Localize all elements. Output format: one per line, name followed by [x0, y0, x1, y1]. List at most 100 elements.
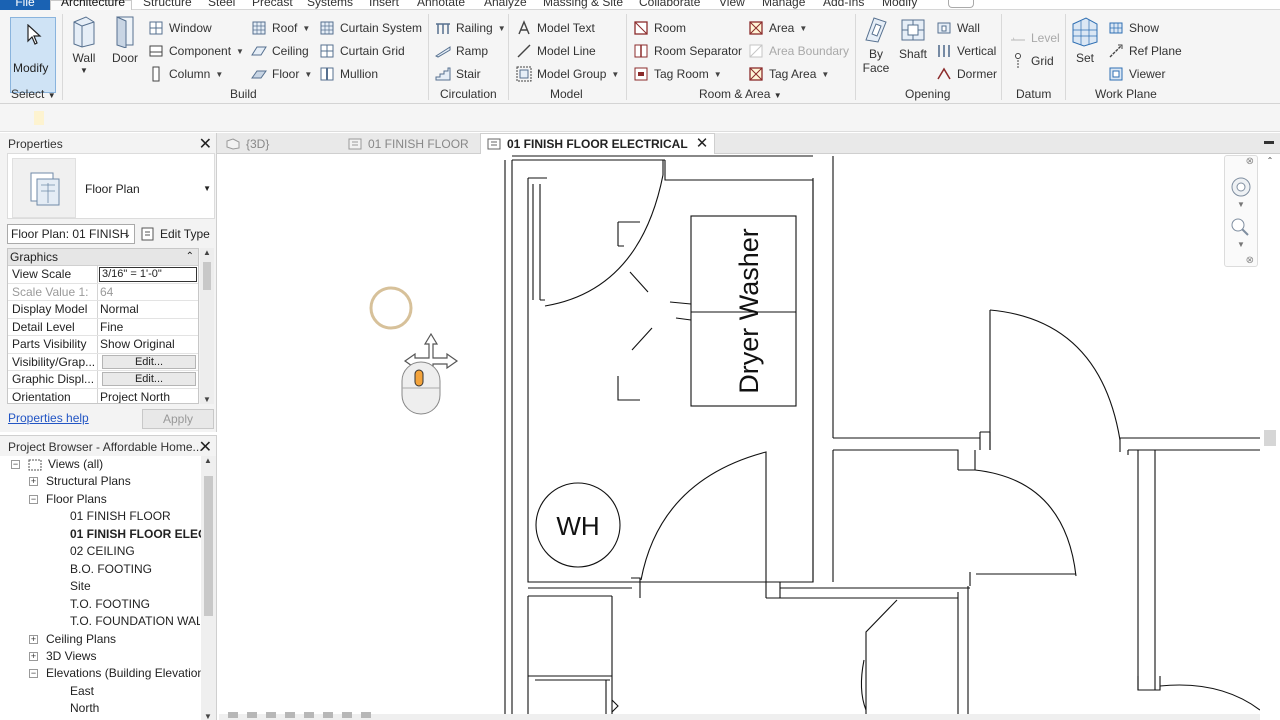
- dormer-button[interactable]: Dormer: [936, 64, 997, 84]
- grid-button[interactable]: Grid: [1010, 51, 1054, 71]
- close-icon[interactable]: ✕: [199, 134, 212, 154]
- scroll-down-icon[interactable]: ▼: [200, 395, 214, 404]
- detail-level-field[interactable]: Fine: [98, 319, 198, 336]
- tree-item-site[interactable]: Site: [70, 578, 91, 595]
- orientation-field[interactable]: Project North: [98, 389, 198, 404]
- zoom-icon[interactable]: [1228, 216, 1254, 238]
- mullion-button[interactable]: Mullion: [319, 64, 378, 84]
- expand-toggle-icon[interactable]: +: [29, 635, 38, 644]
- scroll-down-icon[interactable]: ▼: [201, 712, 215, 720]
- tree-item-east[interactable]: East: [70, 683, 94, 700]
- model-line-button[interactable]: Model Line: [516, 41, 596, 61]
- tab-01-finish-floor-electrical[interactable]: 01 FINISH FLOOR ELECTRICAL ✕: [480, 133, 716, 154]
- properties-scrollbar[interactable]: ▲ ▼: [200, 248, 214, 404]
- graphic-display-edit-button[interactable]: Edit...: [102, 372, 196, 386]
- tree-item-north[interactable]: North: [70, 700, 99, 717]
- view-control-icon[interactable]: [266, 712, 276, 718]
- tab-view[interactable]: View: [719, 0, 745, 9]
- view-scale-field[interactable]: 3/16" = 1'-0": [99, 267, 197, 282]
- scroll-thumb[interactable]: [1264, 430, 1276, 446]
- view-control-icon[interactable]: [228, 712, 238, 718]
- tree-item-views[interactable]: − Views (all): [11, 456, 103, 473]
- tab-3d-view[interactable]: {3D}: [226, 133, 269, 154]
- tab-collaborate[interactable]: Collaborate: [639, 0, 700, 9]
- expand-toggle-icon[interactable]: +: [29, 477, 38, 486]
- properties-help-link[interactable]: Properties help: [8, 411, 89, 425]
- view-control-icon[interactable]: [361, 712, 371, 718]
- tab-list-dropdown-icon[interactable]: ▬: [1264, 136, 1274, 147]
- scroll-thumb[interactable]: [204, 476, 213, 616]
- area-boundary-button[interactable]: Area Boundary: [748, 41, 849, 61]
- collapse-toggle-icon[interactable]: −: [29, 495, 38, 504]
- tree-item-01-finish-floor-electrical[interactable]: 01 FINISH FLOOR ELECT: [70, 526, 214, 543]
- scroll-up-icon[interactable]: ▲: [201, 456, 215, 465]
- tab-analyze[interactable]: Analyze: [484, 0, 527, 9]
- vertical-opening-button[interactable]: Vertical: [936, 41, 996, 61]
- view-control-icon[interactable]: [342, 712, 352, 718]
- canvas-vertical-scrollbar[interactable]: ⌃: [1260, 154, 1280, 716]
- tree-item-to-footing[interactable]: T.O. FOOTING: [70, 596, 150, 613]
- tab-systems[interactable]: Systems: [307, 0, 353, 9]
- tree-item-ceiling-plans[interactable]: + Ceiling Plans: [29, 631, 116, 648]
- room-button[interactable]: Room: [633, 18, 686, 38]
- ceiling-button[interactable]: Ceiling: [251, 41, 309, 61]
- tree-item-floor-plans[interactable]: − Floor Plans: [29, 491, 107, 508]
- close-icon[interactable]: ✕: [199, 437, 212, 457]
- collapse-toggle-icon[interactable]: −: [11, 460, 20, 469]
- roof-button[interactable]: Roof ▼: [251, 18, 310, 38]
- expand-toggle-icon[interactable]: +: [29, 652, 38, 661]
- view-control-icon[interactable]: [304, 712, 314, 718]
- view-control-icon[interactable]: [285, 712, 295, 718]
- tag-area-button[interactable]: Tag Area ▼: [748, 64, 829, 84]
- display-model-field[interactable]: Normal: [98, 301, 198, 318]
- type-selector[interactable]: Floor Plan ▼: [7, 153, 215, 219]
- curtain-grid-button[interactable]: Curtain Grid: [319, 41, 405, 61]
- tag-room-button[interactable]: Tag Room ▼: [633, 64, 722, 84]
- tree-item-elevations[interactable]: − Elevations (Building Elevation: [29, 665, 201, 682]
- wall-button[interactable]: Wall ▼: [68, 14, 100, 75]
- apply-button[interactable]: Apply: [142, 409, 214, 429]
- tab-structure[interactable]: Structure: [143, 0, 192, 9]
- room-separator-button[interactable]: Room Separator: [633, 41, 742, 61]
- visibility-graphics-edit-button[interactable]: Edit...: [102, 354, 196, 369]
- view-control-icon[interactable]: [323, 712, 333, 718]
- model-text-button[interactable]: Model Text: [516, 18, 595, 38]
- tab-insert[interactable]: Insert: [369, 0, 399, 9]
- floor-button[interactable]: Floor ▼: [251, 64, 312, 84]
- chevron-down-icon[interactable]: ▼: [1237, 240, 1245, 249]
- collapse-toggle-icon[interactable]: −: [29, 669, 38, 678]
- scroll-up-icon[interactable]: ▲: [200, 248, 214, 257]
- tab-architecture[interactable]: Architecture: [61, 0, 125, 9]
- navigation-bar[interactable]: ⊗ ▼ ▼ ⊗: [1224, 155, 1258, 267]
- select-panel-title[interactable]: Select ▼: [11, 87, 56, 101]
- tab-modify[interactable]: Modify: [882, 0, 917, 9]
- stair-button[interactable]: Stair: [435, 64, 481, 84]
- column-button[interactable]: Column ▼: [148, 64, 223, 84]
- wall-opening-button[interactable]: Wall: [936, 18, 980, 38]
- tab-precast[interactable]: Precast: [252, 0, 293, 9]
- shaft-button[interactable]: Shaft: [896, 14, 930, 61]
- curtain-system-button[interactable]: Curtain System: [319, 18, 422, 38]
- close-icon[interactable]: ⊗: [1246, 156, 1254, 167]
- view-instance-selector[interactable]: Floor Plan: 01 FINISH ⌄: [7, 224, 135, 244]
- tab-add-ins[interactable]: Add-Ins: [823, 0, 864, 9]
- room-area-panel-title[interactable]: Room & Area ▼: [699, 87, 782, 101]
- tab-01-finish-floor[interactable]: 01 FINISH FLOOR: [348, 133, 469, 154]
- drawing-canvas[interactable]: Dryer Washer WH: [219, 154, 1260, 716]
- contextual-tab-dropdown[interactable]: [948, 0, 974, 8]
- modify-button[interactable]: Modify: [10, 17, 56, 93]
- component-button[interactable]: Component ▼: [148, 41, 244, 61]
- set-button[interactable]: Set: [1068, 14, 1102, 65]
- steering-wheel-icon[interactable]: [1228, 174, 1254, 202]
- parts-visibility-field[interactable]: Show Original: [98, 336, 198, 353]
- tree-item-3d-views[interactable]: +3D Views: [29, 648, 96, 665]
- tab-massing-site[interactable]: Massing & Site: [543, 0, 623, 9]
- browser-scrollbar[interactable]: ▲ ▼: [201, 456, 216, 720]
- edit-type-button[interactable]: Edit Type: [140, 224, 210, 244]
- tree-item-structural-plans[interactable]: + Structural Plans: [29, 473, 131, 490]
- by-face-button[interactable]: By Face: [860, 14, 892, 75]
- window-button[interactable]: Window: [148, 18, 212, 38]
- railing-button[interactable]: Railing ▼: [435, 18, 506, 38]
- scroll-up-icon[interactable]: ⌃: [1263, 156, 1277, 165]
- viewer-button[interactable]: Viewer: [1108, 64, 1165, 84]
